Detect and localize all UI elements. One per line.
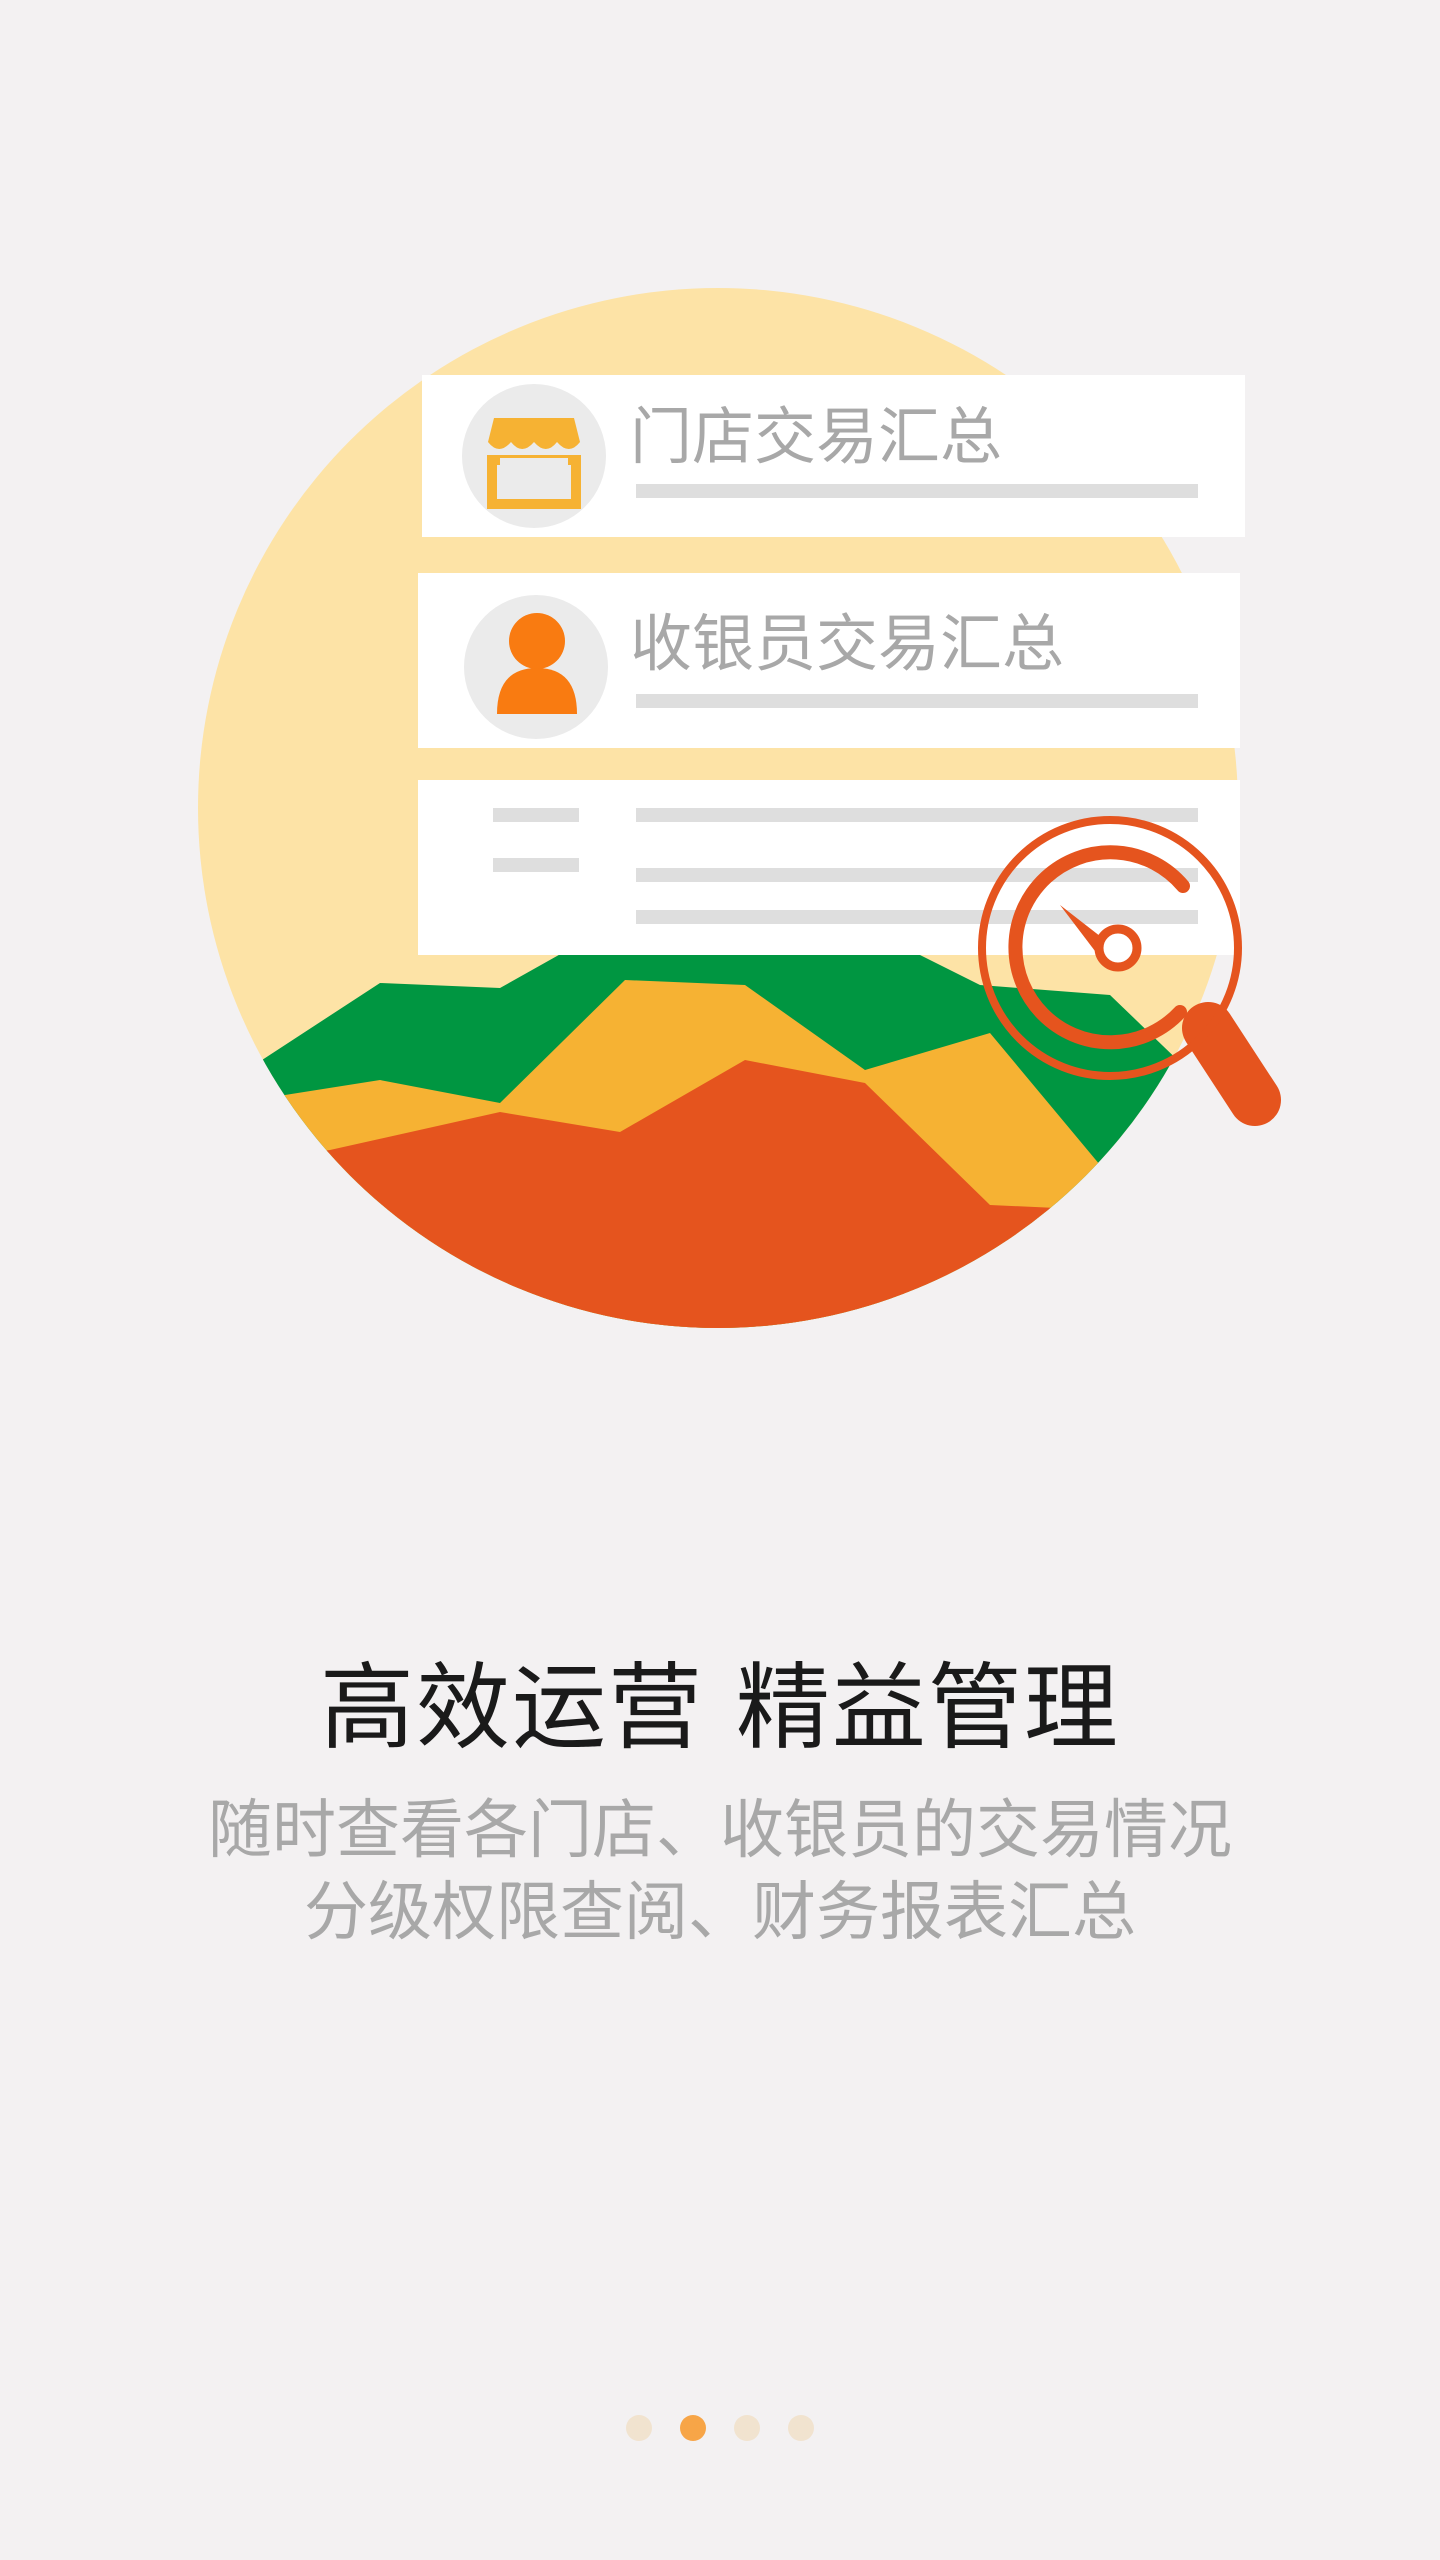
page-dot-1[interactable] — [626, 2415, 652, 2441]
page-indicator — [0, 2415, 1440, 2441]
card-cashier-line — [636, 694, 1198, 708]
page-dot-3[interactable] — [734, 2415, 760, 2441]
card-cashier-label: 收银员交易汇总 — [630, 607, 1064, 680]
card-cashier-summary: 收银员交易汇总 — [418, 573, 1240, 748]
card-store-label: 门店交易汇总 — [630, 400, 1002, 473]
card-store-summary: 门店交易汇总 — [422, 375, 1245, 537]
description: 随时查看各门店、收银员的交易情况 分级权限查阅、财务报表汇总 — [0, 1790, 1440, 1954]
description-line-2: 分级权限查阅、财务报表汇总 — [304, 1876, 1136, 1950]
description-line-1: 随时查看各门店、收银员的交易情况 — [208, 1794, 1232, 1868]
page-dot-4[interactable] — [788, 2415, 814, 2441]
page-dot-2[interactable] — [680, 2415, 706, 2441]
illustration: 门店交易汇总 收银员交易汇总 — [198, 288, 1281, 1328]
store-icon — [487, 418, 581, 509]
headline: 高效运营 精益管理 — [320, 1654, 1120, 1763]
card-store-line — [636, 484, 1198, 498]
